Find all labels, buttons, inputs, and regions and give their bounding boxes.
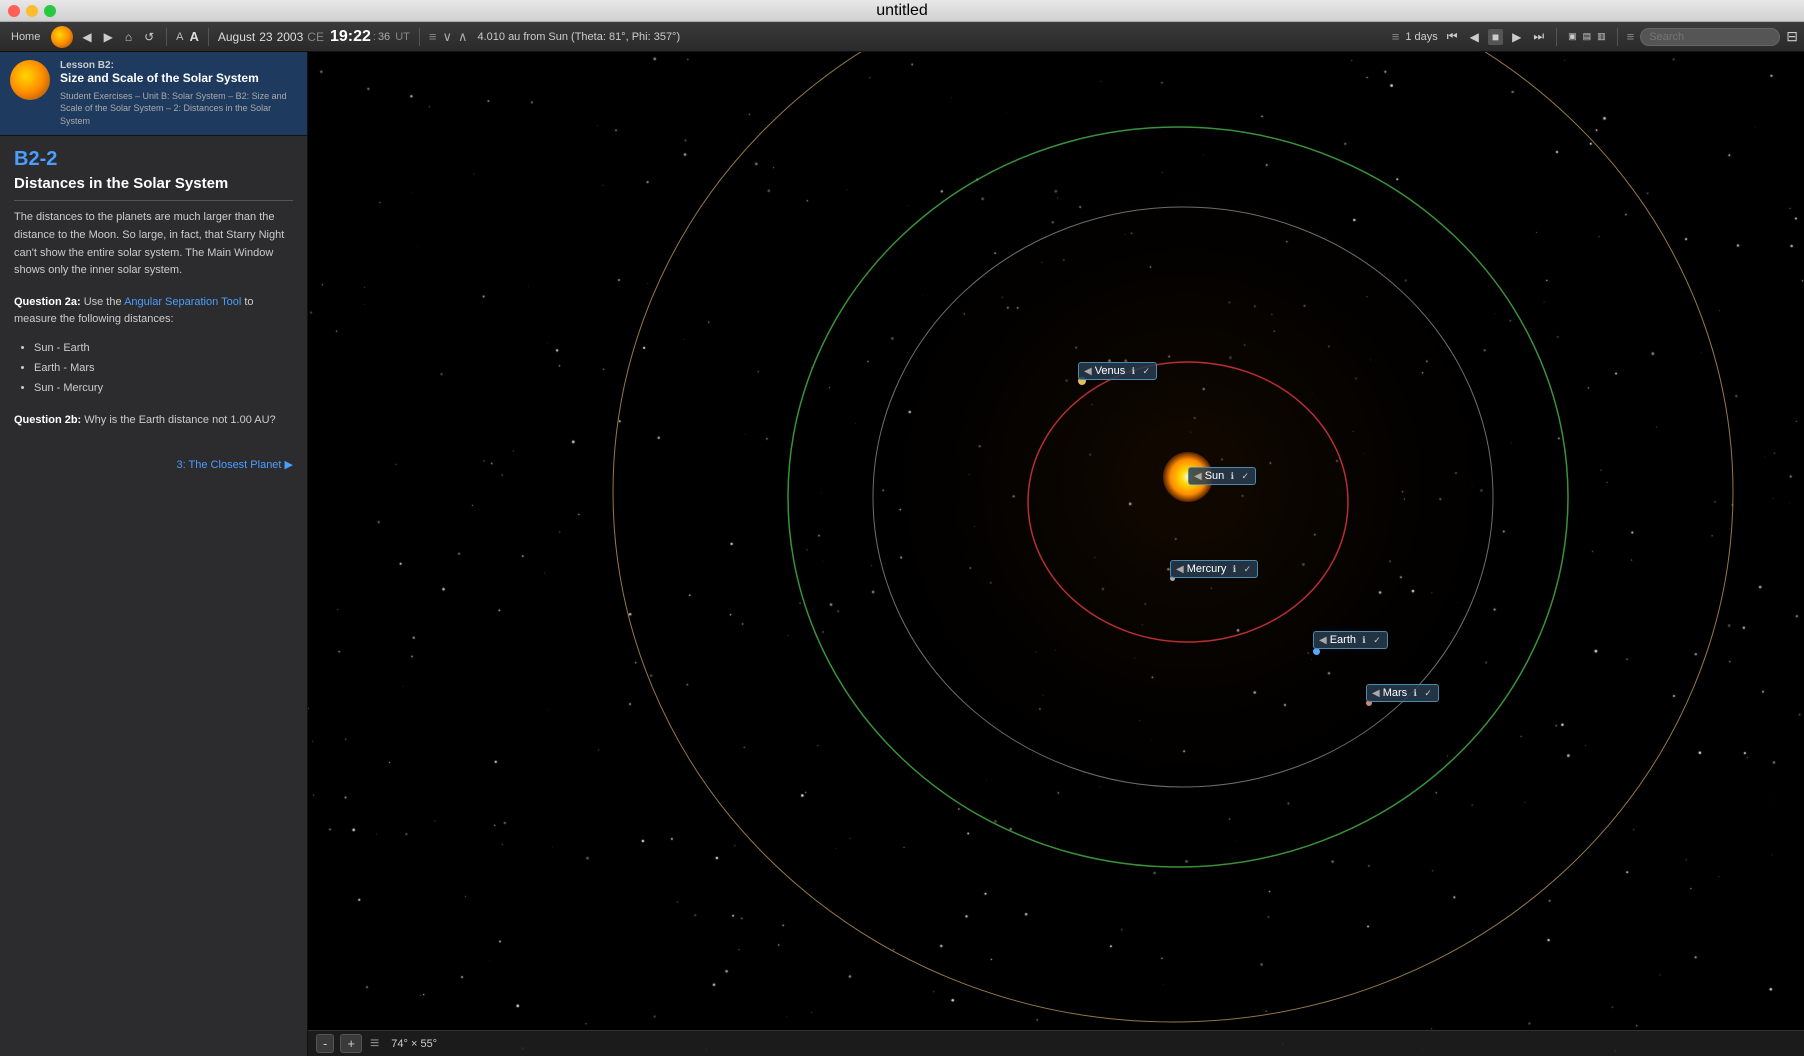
earth-dot bbox=[1313, 648, 1320, 655]
time-stop-button[interactable]: ■ bbox=[1488, 29, 1503, 45]
view-mode-2[interactable]: ▤ bbox=[1581, 30, 1594, 43]
home-nav-button[interactable]: ⌂ bbox=[122, 29, 135, 45]
orbits-svg bbox=[308, 52, 1804, 1056]
sidebar-toggle-button[interactable]: ⊟ bbox=[1786, 28, 1798, 45]
separator-4 bbox=[1556, 28, 1557, 46]
earth-arrow: ◀ bbox=[1319, 635, 1327, 646]
mars-name: Mars bbox=[1383, 687, 1407, 699]
date-day: 23 bbox=[259, 30, 272, 44]
prev-nav-button[interactable]: ◀ bbox=[79, 29, 94, 45]
main-layout: Lesson B2: Size and Scale of the Solar S… bbox=[0, 52, 1804, 1056]
content-area: B2-2 Distances in the Solar System The d… bbox=[0, 136, 307, 1056]
fov-display: 74° × 55° bbox=[391, 1038, 437, 1050]
bullet-sun-mercury: Sun - Mercury bbox=[34, 379, 293, 399]
view-mode-3[interactable]: ▥ bbox=[1595, 30, 1608, 43]
days-display: 1 days bbox=[1405, 31, 1437, 43]
venus-name: Venus bbox=[1095, 365, 1126, 377]
sun-info-icon[interactable]: ℹ bbox=[1227, 471, 1237, 481]
earth-name: Earth bbox=[1330, 634, 1356, 646]
view-controls: ▣ ▤ ▥ bbox=[1566, 30, 1608, 43]
sun-arrow: ◀ bbox=[1194, 471, 1202, 482]
question-2b: Question 2b: Why is the Earth distance n… bbox=[14, 412, 293, 430]
lesson-label: Lesson B2: bbox=[60, 60, 297, 71]
time-zone: UT bbox=[395, 31, 410, 43]
earth-info-icon[interactable]: ℹ bbox=[1359, 635, 1369, 645]
close-button[interactable] bbox=[8, 5, 20, 17]
earth-label: ◀ Earth ℹ ✓ bbox=[1313, 631, 1388, 649]
sun-check-icon[interactable]: ✓ bbox=[1240, 471, 1250, 481]
zoom-out-button[interactable]: - bbox=[316, 1034, 334, 1053]
angular-separation-tool-link[interactable]: Angular Separation Tool bbox=[124, 296, 241, 308]
mercury-arrow: ◀ bbox=[1176, 564, 1184, 575]
bullet-earth-mars: Earth - Mars bbox=[34, 359, 293, 379]
refresh-button[interactable]: ↺ bbox=[141, 29, 157, 45]
home-button[interactable]: Home bbox=[6, 29, 45, 45]
toolbar-coordinates: 4.010 au from Sun (Theta: 81°, Phi: 357°… bbox=[477, 31, 680, 43]
venus-label: ◀ Venus ℹ ✓ bbox=[1078, 362, 1157, 380]
window-title: untitled bbox=[876, 2, 928, 20]
mars-label: ◀ Mars ℹ ✓ bbox=[1366, 684, 1439, 702]
mercury-name: Mercury bbox=[1187, 563, 1227, 575]
separator-2 bbox=[208, 28, 209, 46]
date-year: 2003 bbox=[277, 30, 304, 44]
mercury-label: ◀ Mercury ℹ ✓ bbox=[1170, 560, 1258, 578]
bullet-sun-earth: Sun - Earth bbox=[34, 339, 293, 359]
time-hm: 19:22 bbox=[330, 28, 371, 46]
mars-arrow: ◀ bbox=[1372, 688, 1380, 699]
toolbar-time: 19:22 : 36 UT bbox=[330, 28, 410, 46]
intro-text: The distances to the planets are much la… bbox=[14, 209, 293, 279]
toolbar-planet-icon bbox=[51, 26, 73, 48]
next-nav-button[interactable]: ▶ bbox=[101, 29, 116, 45]
sidebar: Lesson B2: Size and Scale of the Solar S… bbox=[0, 52, 308, 1056]
maximize-button[interactable] bbox=[44, 5, 56, 17]
time-prev-button[interactable]: ◀ bbox=[1467, 29, 1482, 45]
q2a-intro: Use the bbox=[84, 296, 122, 308]
mercury-info-icon[interactable]: ℹ bbox=[1229, 564, 1239, 574]
minimize-button[interactable] bbox=[26, 5, 38, 17]
time-end-button[interactable]: ⏭ bbox=[1530, 28, 1547, 45]
font-small-button: A bbox=[176, 31, 183, 43]
time-play-button[interactable]: ▶ bbox=[1509, 29, 1524, 45]
bullet-list: Sun - Earth Earth - Mars Sun - Mercury bbox=[14, 339, 293, 398]
lesson-breadcrumb: Student Exercises – Unit B: Solar System… bbox=[60, 90, 297, 128]
search-input[interactable] bbox=[1640, 28, 1780, 46]
venus-check-icon[interactable]: ✓ bbox=[1141, 366, 1151, 376]
venus-info-icon[interactable]: ℹ bbox=[1128, 366, 1138, 376]
space-view: ◀ Sun ℹ ✓ ◀ Mercury ℹ ✓ ◀ Venus ℹ ✓ ◀ Ea… bbox=[308, 52, 1804, 1056]
lesson-icon bbox=[10, 60, 50, 100]
separator-1 bbox=[166, 28, 167, 46]
sun-name: Sun bbox=[1205, 470, 1225, 482]
nav-next-button[interactable]: 3: The Closest Planet ▶ bbox=[14, 450, 293, 479]
separator-5 bbox=[1617, 28, 1618, 46]
date-month: August bbox=[218, 30, 255, 44]
toolbar: Home ◀ ▶ ⌂ ↺ A A August 23 2003 CE 19:22… bbox=[0, 22, 1804, 52]
zoom-in-button[interactable]: + bbox=[340, 1034, 362, 1053]
window-controls bbox=[8, 5, 56, 17]
q2b-label: Question 2b: bbox=[14, 414, 81, 426]
time-sec: 36 bbox=[378, 31, 390, 43]
separator-3 bbox=[419, 28, 420, 46]
lesson-title: Size and Scale of the Solar System bbox=[60, 71, 297, 87]
q2a-label: Question 2a: bbox=[14, 296, 81, 308]
lesson-header: Lesson B2: Size and Scale of the Solar S… bbox=[0, 52, 307, 136]
section-number: B2-2 bbox=[14, 148, 293, 171]
bottom-bar: - + ≡ 74° × 55° bbox=[308, 1030, 1804, 1056]
font-large-button: A bbox=[189, 29, 198, 44]
toolbar-right: ≡ 1 days ⏮ ◀ ■ ▶ ⏭ ▣ ▤ ▥ ≡ ⊟ bbox=[1392, 28, 1798, 46]
venus-arrow: ◀ bbox=[1084, 366, 1092, 377]
mercury-check-icon[interactable]: ✓ bbox=[1242, 564, 1252, 574]
toolbar-date: August 23 2003 CE bbox=[218, 30, 324, 44]
question-2a: Question 2a: Use the Angular Separation … bbox=[14, 294, 293, 329]
earth-check-icon[interactable]: ✓ bbox=[1372, 635, 1382, 645]
lesson-text: Lesson B2: Size and Scale of the Solar S… bbox=[60, 60, 297, 127]
date-era: CE bbox=[307, 30, 324, 44]
q2b-text: Why is the Earth distance not 1.00 AU? bbox=[84, 414, 275, 426]
section-title: Distances in the Solar System bbox=[14, 175, 293, 201]
time-start-button[interactable]: ⏮ bbox=[1444, 28, 1461, 45]
mars-check-icon[interactable]: ✓ bbox=[1423, 688, 1433, 698]
sun-label: ◀ Sun ℹ ✓ bbox=[1188, 467, 1256, 485]
view-mode-1[interactable]: ▣ bbox=[1566, 30, 1579, 43]
titlebar: untitled bbox=[0, 0, 1804, 22]
mars-info-icon[interactable]: ℹ bbox=[1410, 688, 1420, 698]
